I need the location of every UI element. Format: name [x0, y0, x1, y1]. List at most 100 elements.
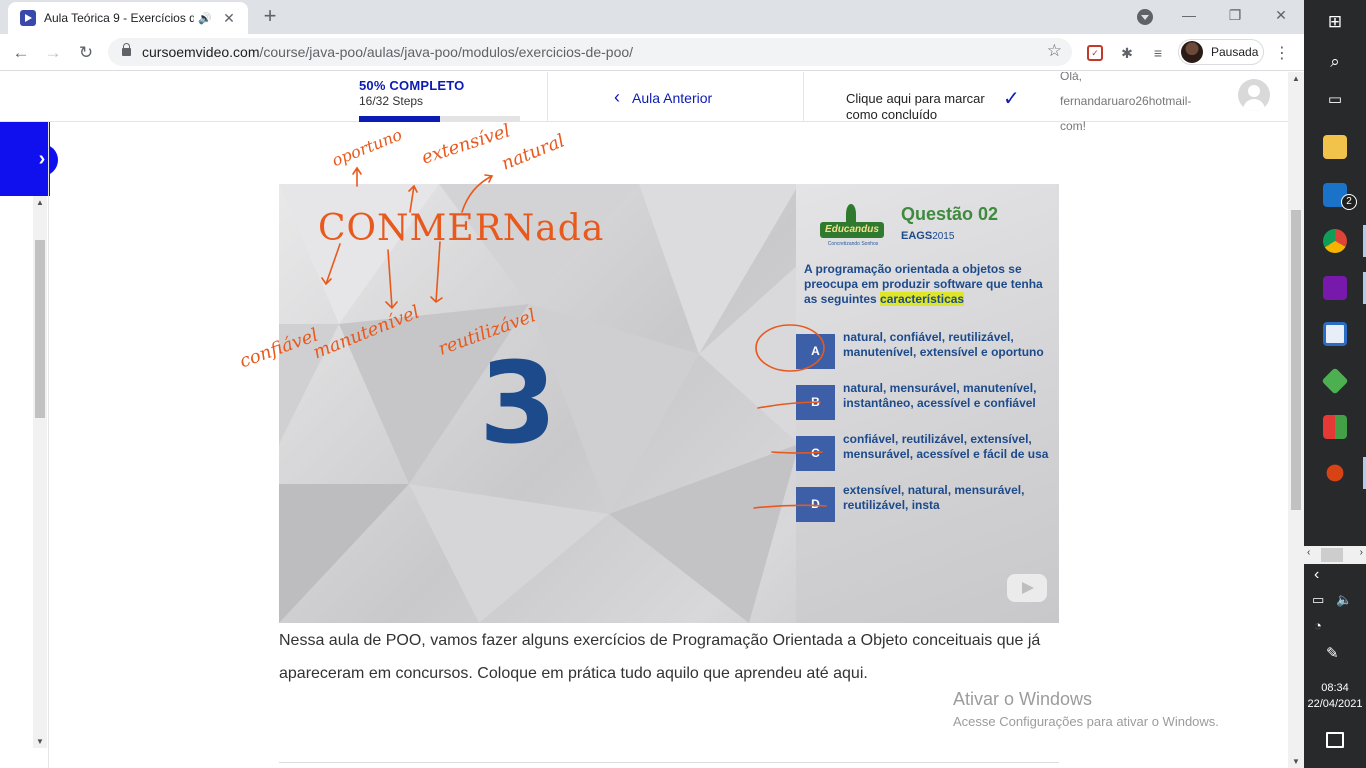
greeting-text: Olá,: [1060, 72, 1083, 83]
progress-bar: [359, 116, 520, 122]
scroll-up-arrow-icon[interactable]: ▲: [1292, 74, 1300, 83]
address-bar[interactable]: cursoemvideo.com/course/java-poo/aulas/j…: [108, 38, 1072, 66]
clock-time: 08:34: [1321, 682, 1349, 694]
restore-button[interactable]: ❐: [1212, 0, 1258, 30]
forward-button[interactable]: →: [40, 40, 66, 66]
new-tab-button[interactable]: +: [258, 5, 282, 29]
chevron-right-icon[interactable]: ›: [26, 144, 58, 176]
onenote-icon[interactable]: [1323, 276, 1347, 300]
tab-strip: Aula Teórica 9 - Exercícios de POO 🔊 ✕ +…: [0, 0, 1304, 34]
media-control-icon[interactable]: ≡: [1148, 43, 1168, 63]
username-text: fernandaruaro26hotmail-: [1060, 94, 1192, 108]
task-view-icon[interactable]: ▭: [1304, 78, 1366, 122]
reader-app-icon[interactable]: [1323, 322, 1347, 346]
logo-wordmark: Educandus: [820, 222, 884, 238]
previous-lesson-button[interactable]: ‹ Aula Anterior: [614, 87, 712, 108]
browser-toolbar: ← → ↻ cursoemvideo.com/course/java-poo/a…: [0, 34, 1304, 71]
exam-name: EAGS: [901, 230, 933, 242]
highlighted-word: características: [880, 292, 965, 306]
option-letter: A: [796, 334, 835, 369]
option-letter: C: [796, 436, 835, 471]
activation-watermark-subtitle: Acesse Configurações para ativar o Windo…: [953, 714, 1219, 729]
bookmark-star-icon[interactable]: ☆: [1047, 41, 1062, 61]
profile-avatar: [1181, 41, 1203, 63]
close-window-button[interactable]: ✕: [1258, 0, 1304, 30]
scroll-down-arrow-icon[interactable]: ▼: [36, 737, 44, 746]
extensions-puzzle-icon[interactable]: ✱: [1117, 43, 1137, 63]
scrollbar-thumb[interactable]: [35, 240, 45, 418]
option-text: extensível, natural, mensurável, reutili…: [843, 483, 1025, 512]
wifi-icon[interactable]: ◔: [1314, 618, 1322, 633]
minimize-button[interactable]: —: [1166, 0, 1212, 30]
windows-start-icon[interactable]: ⊞: [1304, 0, 1366, 44]
pen-icon[interactable]: ✎: [1326, 644, 1339, 662]
profile-status-label: Pausada: [1211, 45, 1259, 59]
scroll-right-arrow-icon[interactable]: ›: [1360, 547, 1363, 558]
shield-extension-icon[interactable]: ✓: [1087, 45, 1103, 61]
course-progress: 50% COMPLETO 16/32 Steps: [359, 78, 529, 122]
show-hidden-icons-chevron-icon[interactable]: ‹: [1314, 566, 1319, 584]
scroll-up-arrow-icon[interactable]: ▲: [36, 198, 44, 207]
logo-tagline: Concretizando Sonhos: [827, 241, 879, 247]
header-divider: [547, 72, 548, 122]
scroll-down-arrow-icon[interactable]: ▼: [1292, 757, 1300, 766]
scrollbar-thumb[interactable]: [1321, 548, 1343, 562]
previous-lesson-label: Aula Anterior: [632, 89, 713, 106]
mail-badge: 2: [1341, 194, 1357, 210]
question-panel: Educandus Concretizando Sonhos Questão 0…: [796, 184, 1059, 623]
annotation-main: CONMERNada: [318, 208, 605, 249]
tab-search-icon[interactable]: [1137, 9, 1153, 25]
clock-date: 22/04/2021: [1307, 698, 1363, 710]
activation-watermark-title: Ativar o Windows: [953, 689, 1093, 709]
url-path: /course/java-poo/aulas/java-poo/modulos/…: [259, 44, 634, 60]
progress-bar-fill: [359, 116, 440, 122]
user-avatar-icon[interactable]: [1238, 79, 1270, 111]
slide-number: 3: [479, 339, 557, 469]
option-text: natural, mensurável, manutenível, instan…: [843, 381, 1037, 410]
scroll-left-arrow-icon[interactable]: ‹: [1307, 547, 1310, 558]
sidebar-toggle[interactable]: ›: [0, 122, 58, 196]
chevron-left-icon: ‹: [614, 87, 620, 107]
3d-app-icon[interactable]: [1321, 367, 1349, 395]
question-title: Questão 02: [901, 204, 999, 224]
video-player[interactable]: 3 Educandus Concretizando Sonhos Questão…: [279, 184, 1059, 623]
content-divider: [279, 762, 1059, 763]
annotation-oportuno: oportuno: [329, 124, 405, 171]
battery-icon[interactable]: ▭: [1312, 592, 1324, 608]
logo-leaf-icon: [846, 204, 856, 224]
url-text[interactable]: cursoemvideo.com/course/java-poo/aulas/j…: [142, 44, 633, 60]
header-divider: [803, 72, 804, 122]
file-explorer-icon[interactable]: [1323, 135, 1347, 159]
profile-button[interactable]: Pausada: [1178, 39, 1264, 65]
tab-close-icon[interactable]: ✕: [220, 10, 238, 27]
exam-year: 2015: [932, 231, 955, 242]
chrome-menu-icon[interactable]: ⋮: [1274, 43, 1290, 63]
volume-icon[interactable]: 🔈: [1336, 592, 1352, 608]
browser-tab[interactable]: Aula Teórica 9 - Exercícios de POO 🔊 ✕: [8, 2, 248, 34]
app-grid-icon[interactable]: [1323, 415, 1347, 439]
play-logo-icon: [20, 10, 36, 26]
option-text: confiável, reutilizável, extensível, men…: [843, 432, 1049, 461]
page-scrollbar[interactable]: ▲ ▼: [1288, 72, 1304, 768]
progress-steps: 16/32 Steps: [359, 94, 424, 108]
mark-complete-button[interactable]: Clique aqui para marcar como concluído: [846, 91, 996, 119]
checkmark-icon[interactable]: ✓: [1003, 86, 1020, 111]
youtube-logo-icon[interactable]: [1007, 574, 1047, 602]
tab-title: Aula Teórica 9 - Exercícios de POO: [44, 11, 194, 25]
snipping-tool-icon[interactable]: [1326, 464, 1344, 482]
annotation-extensivel: extensível: [419, 120, 513, 169]
reload-button[interactable]: ↻: [73, 40, 99, 66]
speaker-icon[interactable]: 🔊: [198, 12, 212, 25]
back-button[interactable]: ←: [8, 40, 34, 66]
user-greeting: Olá, fernandaruaro26hotmail- com!: [1060, 72, 1191, 139]
chrome-icon[interactable]: [1323, 229, 1347, 253]
progress-title: 50% COMPLETO: [359, 78, 465, 93]
content-divider: [48, 122, 49, 768]
taskbar-scrollbar[interactable]: ‹ ›: [1304, 546, 1366, 564]
sidebar-scrollbar[interactable]: ▲ ▼: [33, 196, 47, 748]
notifications-icon[interactable]: [1326, 732, 1344, 748]
scrollbar-thumb[interactable]: [1291, 210, 1301, 510]
taskbar-clock[interactable]: 08:34 22/04/2021: [1304, 680, 1366, 712]
course-header: 50% COMPLETO 16/32 Steps ‹ Aula Anterior…: [0, 72, 1288, 133]
lock-icon[interactable]: [122, 43, 131, 56]
